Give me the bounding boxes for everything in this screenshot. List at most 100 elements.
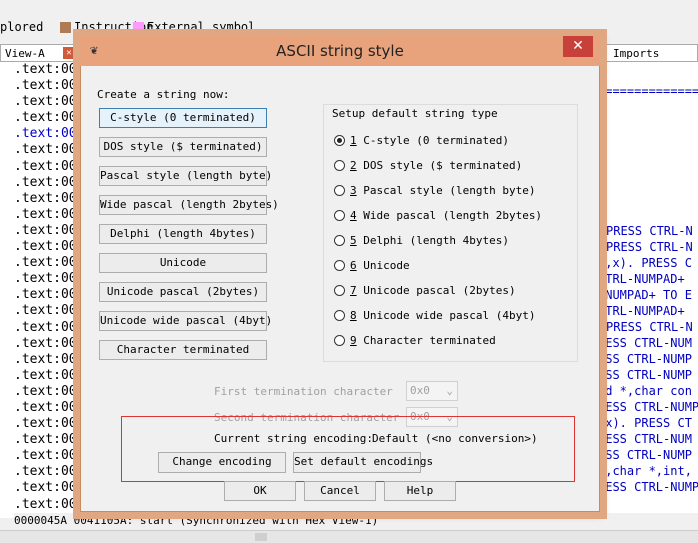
right-row: ESS CTRL-NUMP bbox=[598, 448, 692, 462]
listing-row: .text:004 bbox=[14, 351, 85, 367]
first-termination-value: 0x0 bbox=[410, 384, 430, 397]
scroll-thumb[interactable] bbox=[255, 533, 267, 541]
listing-row: .text:004 bbox=[14, 110, 85, 126]
option-number: 4 bbox=[350, 209, 357, 222]
unicode-button[interactable]: Unicode bbox=[99, 253, 267, 273]
delphi-button[interactable]: Delphi (length 4bytes) bbox=[99, 224, 267, 244]
first-termination-label: First termination character bbox=[214, 385, 393, 398]
horizontal-scrollbar[interactable] bbox=[0, 530, 698, 543]
listing-row: .text:004 bbox=[14, 190, 85, 206]
option-text: Unicode bbox=[363, 259, 410, 272]
right-row: ESS CTRL-NUMP bbox=[598, 352, 692, 366]
close-button[interactable]: ✕ bbox=[563, 36, 593, 57]
right-pane-code[interactable]: ================== PRESS CTRL-N PRESS CT… bbox=[598, 62, 698, 518]
status-line: 0000045A 0041105A: start (Synchronized w… bbox=[14, 513, 698, 529]
legend-external-symbol: External symbol bbox=[147, 20, 256, 34]
listing-row: .text:004 bbox=[14, 94, 85, 110]
listing-row: .text:004 bbox=[14, 126, 85, 142]
dos-style-button[interactable]: DOS style ($ terminated) bbox=[99, 137, 267, 157]
help-button[interactable]: Help bbox=[384, 481, 456, 501]
radio-c-style[interactable] bbox=[334, 135, 345, 146]
cancel-button[interactable]: Cancel bbox=[304, 481, 376, 501]
listing-row: .text:004 bbox=[14, 239, 85, 255]
right-row: RESS CTRL-NUMPA bbox=[598, 400, 698, 414]
right-row: RESS CTRL-NUM bbox=[598, 432, 692, 446]
listing-row: .text:004 bbox=[14, 158, 85, 174]
radio-unicode[interactable] bbox=[334, 260, 345, 271]
unicode-wide-pascal-button[interactable]: Unicode wide pascal (4byt) bbox=[99, 311, 272, 331]
listing-row: .text:004 bbox=[14, 78, 85, 94]
color-legend: plored Instruction External symbol bbox=[0, 17, 698, 37]
close-icon: ✕ bbox=[572, 38, 584, 54]
listing-row: .text:004 bbox=[14, 416, 85, 432]
change-encoding-button[interactable]: Change encoding bbox=[158, 452, 286, 473]
right-row: g,char *,int, bbox=[598, 464, 692, 478]
radio-unicode-pascal[interactable] bbox=[334, 285, 345, 296]
wide-pascal-button[interactable]: Wide pascal (length 2bytes) bbox=[99, 195, 279, 215]
radio-unicode-wide-pascal[interactable] bbox=[334, 310, 345, 321]
option-text: Character terminated bbox=[363, 334, 496, 347]
radio-dos-style[interactable] bbox=[334, 160, 345, 171]
radio-character-terminated[interactable] bbox=[334, 335, 345, 346]
option-text: C-style (0 terminated) bbox=[363, 134, 509, 147]
option-number: 8 bbox=[350, 309, 357, 322]
instruction-swatch-icon bbox=[60, 22, 71, 33]
option-number: 5 bbox=[350, 234, 357, 247]
right-row: PRESS CTRL-N bbox=[606, 240, 693, 254]
listing-row: .text:004 bbox=[14, 399, 85, 415]
option-text: Unicode wide pascal (4byt) bbox=[363, 309, 536, 322]
radio-pascal-style[interactable] bbox=[334, 185, 345, 196]
option-text: Unicode pascal (2bytes) bbox=[363, 284, 516, 297]
radio-delphi[interactable] bbox=[334, 235, 345, 246]
listing-row: .text:004 bbox=[14, 496, 85, 512]
right-row: -NUMPAD+ TO E bbox=[598, 288, 692, 302]
tab-close-icon[interactable]: ✕ bbox=[63, 47, 75, 59]
right-row: ESS CTRL-NUMP bbox=[598, 368, 692, 382]
dialog-title: ASCII string style bbox=[276, 42, 404, 60]
listing-row: .text:004 bbox=[14, 271, 85, 287]
option-number: 3 bbox=[350, 184, 357, 197]
right-row: RESS CTRL-NUM bbox=[598, 336, 692, 350]
option-number: 2 bbox=[350, 159, 357, 172]
tab-ida-view-label: View-A bbox=[5, 47, 45, 60]
tab-imports[interactable]: Imports bbox=[598, 44, 698, 62]
listing-row: .text:004 bbox=[14, 222, 85, 238]
encoding-value: Default (<no conversion>) bbox=[372, 432, 538, 445]
unicode-pascal-button[interactable]: Unicode pascal (2bytes) bbox=[99, 282, 267, 302]
pascal-style-button[interactable]: Pascal style (length byte) bbox=[99, 166, 272, 186]
disassembly-listing[interactable]: .text:004 .text:004 .text:004 .text:004 … bbox=[14, 62, 86, 518]
listing-row: .text:004 bbox=[14, 464, 85, 480]
listing-row: .text:004 bbox=[14, 174, 85, 190]
listing-row: .text:004 bbox=[14, 62, 85, 77]
listing-row: .text:004 bbox=[14, 255, 85, 271]
option-label: 9 Character terminated bbox=[350, 334, 496, 347]
option-label: 1 C-style (0 terminated) bbox=[350, 134, 509, 147]
option-label: 4 Wide pascal (length 2bytes) bbox=[350, 209, 542, 222]
radio-wide-pascal[interactable] bbox=[334, 210, 345, 221]
listing-row: .text:004 bbox=[14, 480, 85, 496]
right-row: ,x). PRESS CT bbox=[598, 416, 692, 430]
external-symbol-swatch-icon bbox=[133, 22, 144, 33]
default-type-label: Setup default string type bbox=[332, 107, 498, 120]
option-text: Pascal style (length byte) bbox=[363, 184, 536, 197]
tab-ida-view[interactable]: View-A ✕ bbox=[0, 44, 78, 62]
right-row: PRESS CTRL-N bbox=[606, 320, 693, 334]
listing-row: .text:004 bbox=[14, 287, 85, 303]
legend-explored: plored bbox=[0, 20, 44, 34]
first-termination-select[interactable]: 0x0 ⌄ bbox=[406, 381, 458, 401]
option-number: 9 bbox=[350, 334, 357, 347]
right-row: PRESS CTRL-N bbox=[606, 224, 693, 238]
c-style-button[interactable]: C-style (0 terminated) bbox=[99, 108, 267, 128]
ok-button[interactable]: OK bbox=[224, 481, 296, 501]
right-row: RESS CTRL-NUMP bbox=[598, 480, 698, 494]
option-label: 2 DOS style ($ terminated) bbox=[350, 159, 522, 172]
option-number: 1 bbox=[350, 134, 357, 147]
set-default-encodings-button[interactable]: Set default encodings bbox=[293, 452, 433, 473]
listing-row: .text:004 bbox=[14, 335, 85, 351]
listing-row: .text:004 bbox=[14, 206, 85, 222]
listing-row: .text:004 bbox=[14, 448, 85, 464]
character-terminated-button[interactable]: Character terminated bbox=[99, 340, 267, 360]
chevron-down-icon: ⌄ bbox=[446, 384, 453, 397]
option-number: 6 bbox=[350, 259, 357, 272]
listing-row: .text:004 bbox=[14, 303, 85, 319]
